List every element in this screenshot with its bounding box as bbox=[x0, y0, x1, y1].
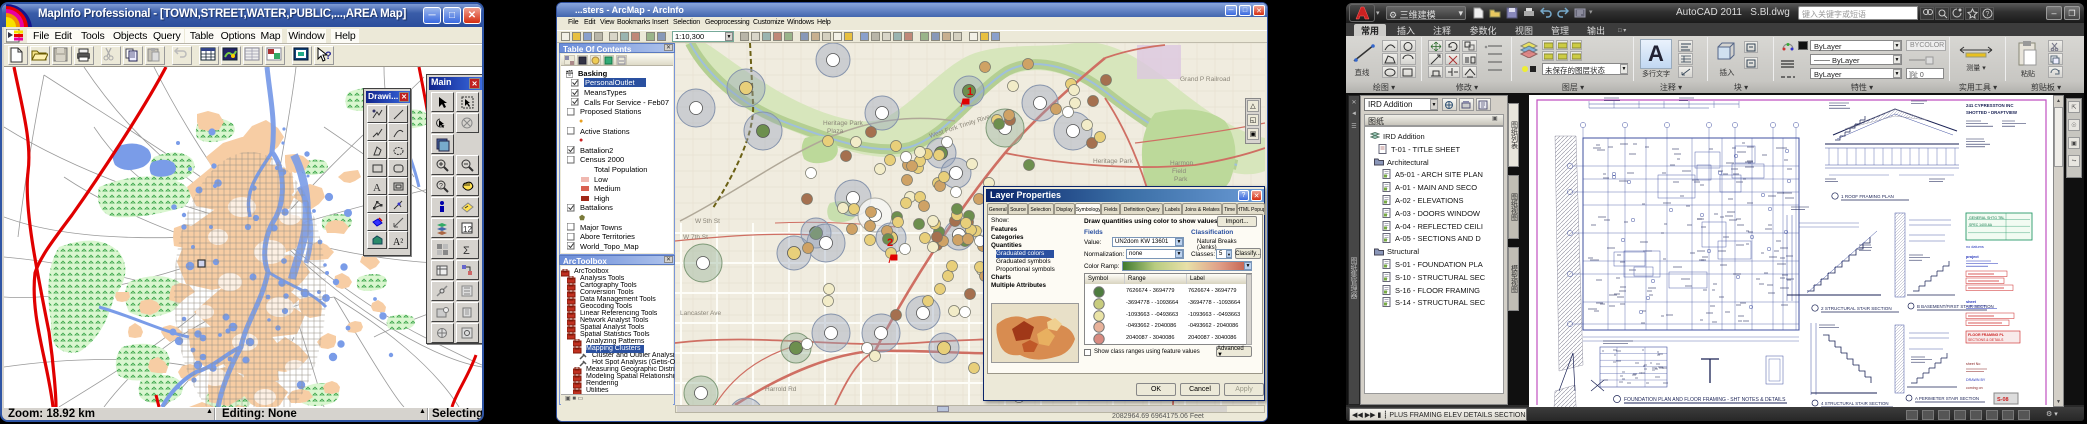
svg-text:SECTIONS & DETAILS: SECTIONS & DETAILS bbox=[1968, 338, 2004, 342]
svg-text:2: 2 bbox=[887, 237, 893, 249]
svg-text:?: ? bbox=[439, 183, 443, 190]
svg-text:Σ: Σ bbox=[463, 245, 470, 257]
svg-text:241 CYPRESSTON INC: 241 CYPRESSTON INC bbox=[1966, 103, 2014, 108]
svg-text:1: 1 bbox=[967, 86, 973, 98]
svg-text:Field: Field bbox=[1172, 168, 1186, 175]
svg-text:Lancaster Ave: Lancaster Ave bbox=[680, 310, 721, 317]
svg-text:W 7th St: W 7th St bbox=[683, 234, 708, 241]
svg-text:2 STRUCTURAL STAIR SECTION: 2 STRUCTURAL STAIR SECTION bbox=[1821, 306, 1892, 311]
svg-text:B BASEMENT/FIRST STAIR SECTIO: B BASEMENT/FIRST STAIR SECTION bbox=[1917, 304, 1994, 309]
svg-text:A²: A² bbox=[393, 237, 403, 247]
svg-text:coming on: coming on bbox=[1966, 386, 1983, 390]
svg-text:?: ? bbox=[325, 50, 331, 62]
svg-text:12: 12 bbox=[463, 225, 472, 234]
svg-text:Grand P Railroad: Grand P Railroad bbox=[1180, 76, 1230, 83]
svg-text:S-08: S-08 bbox=[1997, 397, 2009, 403]
svg-text:Harrold Rd: Harrold Rd bbox=[765, 386, 797, 393]
svg-text:sheet: sheet bbox=[1966, 300, 1977, 304]
svg-text:W 5th St: W 5th St bbox=[695, 218, 720, 225]
svg-text:A: A bbox=[373, 182, 381, 193]
svg-text:?: ? bbox=[1985, 11, 1989, 18]
svg-text:4 STRUCTURAL STAIR SECTION: 4 STRUCTURAL STAIR SECTION bbox=[1821, 401, 1889, 406]
svg-text:Harmon: Harmon bbox=[1170, 160, 1194, 167]
svg-text:Park: Park bbox=[1174, 176, 1188, 183]
svg-text:1 ROOF FRAMING PLAN: 1 ROOF FRAMING PLAN bbox=[1841, 194, 1894, 199]
svg-text:GENERAL SHTG TBL: GENERAL SHTG TBL bbox=[1969, 216, 2005, 220]
svg-text:Plaza: Plaza bbox=[827, 128, 844, 135]
svg-text:FLOOR FRAMING PL: FLOOR FRAMING PL bbox=[1968, 333, 2005, 337]
svg-text:A PERIMETER STAIR SECTION: A PERIMETER STAIR SECTION bbox=[1915, 396, 1979, 401]
svg-text:sheet No: sheet No bbox=[1966, 362, 1980, 366]
svg-text:SPEC 1400-6A: SPEC 1400-6A bbox=[1969, 223, 1993, 227]
svg-text:Heritage Park: Heritage Park bbox=[823, 120, 863, 127]
svg-text:project: project bbox=[1966, 255, 1979, 259]
svg-text:SHOTTED • DRAFTVIEW: SHOTTED • DRAFTVIEW bbox=[1966, 110, 2018, 115]
svg-text:DRAWN BY: DRAWN BY bbox=[1966, 378, 1986, 382]
svg-text:FOUNDATION PLAN AND FLOOR FRAM: FOUNDATION PLAN AND FLOOR FRAMING - SHT … bbox=[1624, 397, 1786, 403]
svg-text:Heritage Park: Heritage Park bbox=[1093, 158, 1133, 165]
svg-text:no datums: no datums bbox=[1966, 245, 1984, 249]
